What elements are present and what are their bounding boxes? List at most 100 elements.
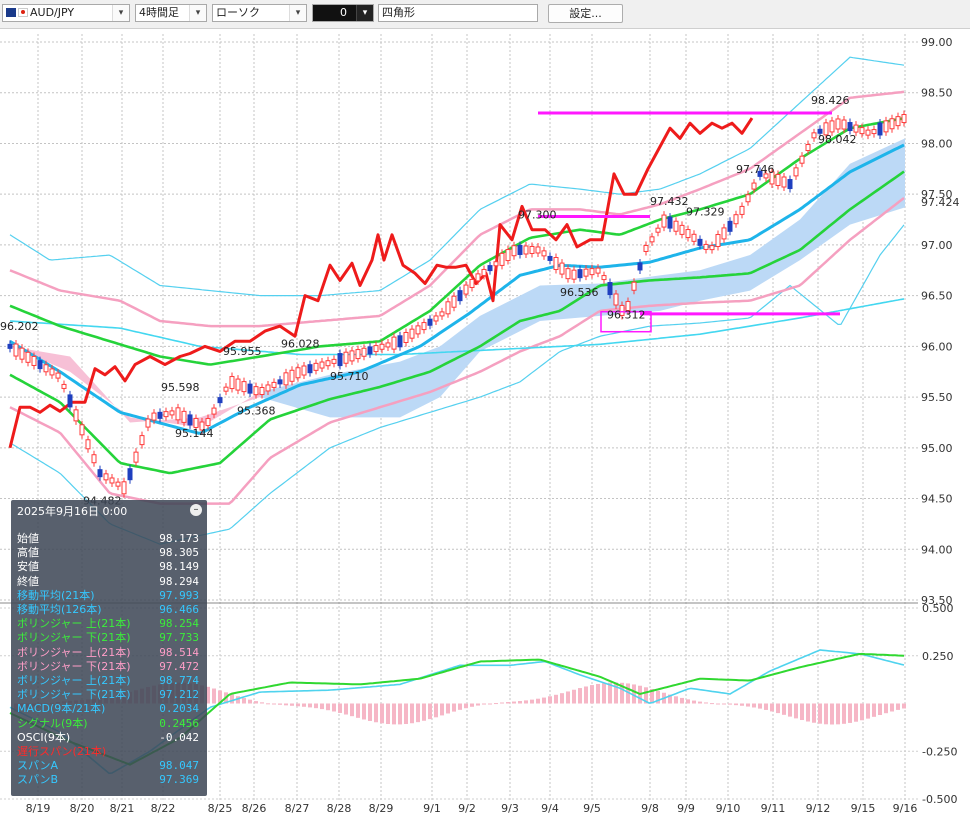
osci-bar	[338, 703, 342, 713]
candle-body	[667, 216, 673, 229]
candle-body	[577, 269, 583, 279]
y-tick-label: 98.50	[921, 87, 953, 100]
osci-bar	[896, 703, 900, 710]
osci-bar	[242, 698, 246, 704]
price-annotation: 96.028	[281, 338, 320, 351]
osci-bar	[836, 703, 840, 725]
info-row: 遅行スパン(21本)	[17, 745, 201, 759]
osci-bar	[308, 703, 312, 708]
price-annotation: 97.746	[736, 163, 775, 176]
info-row: 始値 98.173	[17, 532, 201, 546]
price-annotation: 95.598	[161, 381, 200, 394]
osci-bar	[248, 699, 252, 704]
price-annotation: 96.312	[607, 309, 646, 322]
candle-body	[559, 262, 565, 275]
osci-bar	[518, 701, 522, 704]
osci-bar	[890, 703, 894, 712]
candle-body	[241, 381, 247, 393]
osci-bar	[374, 703, 378, 723]
candle-body	[601, 275, 607, 281]
osci-bar	[260, 702, 264, 704]
candle-body	[343, 351, 349, 364]
osci-bar	[488, 703, 492, 705]
info-row: ボリンジャー 下(21本) 97.733	[17, 631, 201, 645]
osci-bar	[494, 703, 498, 705]
osci-bar	[272, 703, 276, 705]
chart-style-select[interactable]: ローソク ▾	[212, 4, 307, 22]
info-row-label: ボリンジャー 下(21本)	[17, 688, 131, 702]
osci-bar	[452, 703, 456, 712]
candle-body	[73, 409, 79, 422]
candle-body	[607, 282, 613, 296]
price-annotation: 95.955	[223, 345, 262, 358]
osci-bar	[458, 703, 462, 710]
candle-body	[289, 369, 295, 382]
info-row-label: ボリンジャー 上(21本)	[17, 674, 131, 687]
minimize-icon[interactable]: –	[190, 504, 202, 516]
osci-bar	[566, 691, 570, 704]
candle-body	[247, 383, 253, 394]
current-price-label: 97.424	[921, 196, 960, 209]
x-tick-label: 8/28	[327, 802, 352, 815]
line-width-label: 0	[340, 6, 347, 19]
info-row: 移動平均(126本) 96.466	[17, 603, 201, 617]
info-row-value: 98.149	[159, 560, 199, 574]
line-width-select[interactable]: 0 ▾	[312, 4, 374, 22]
candle-body	[295, 367, 301, 379]
symbol-select[interactable]: AUD/JPY ▾	[2, 4, 130, 22]
candle-body	[799, 155, 805, 164]
osci-bar	[290, 703, 294, 706]
osci-bar	[302, 703, 306, 707]
x-tick-label: 9/12	[806, 802, 831, 815]
candle-body	[253, 386, 259, 396]
price-annotation: 96.202	[0, 320, 39, 333]
osci-bar	[740, 703, 744, 706]
osci-bar	[500, 702, 504, 704]
chart-style-label: ローソク	[216, 6, 260, 19]
candle-body	[649, 236, 655, 243]
candle-body	[637, 262, 643, 271]
candle-body	[211, 407, 217, 415]
x-tick-label: 9/16	[893, 802, 918, 815]
y-tick-label: 95.50	[921, 391, 953, 404]
osci-bar	[434, 703, 438, 718]
candle-body	[235, 378, 241, 391]
toolbar: AUD/JPY ▾ 4時間足 ▾ ローソク ▾ 0 ▾ 四角形 設定...	[0, 0, 970, 29]
osci-bar	[854, 703, 858, 722]
x-tick-label: 9/5	[583, 802, 601, 815]
osci-bar	[824, 703, 828, 725]
chevron-down-icon: ▾	[289, 5, 306, 21]
timeframe-select[interactable]: 4時間足 ▾	[135, 4, 207, 22]
candle-body	[583, 268, 589, 277]
settings-button[interactable]: 設定...	[548, 4, 623, 23]
candle-body	[361, 347, 367, 357]
candle-body	[367, 346, 373, 355]
candle-body	[187, 414, 193, 426]
osci-bar	[596, 683, 600, 704]
chevron-down-icon: ▾	[112, 5, 129, 21]
candle-body	[277, 379, 283, 385]
info-row: OSCI(9本) -0.042	[17, 731, 201, 745]
osci-bar	[818, 703, 822, 724]
candle-body	[805, 144, 811, 152]
osci-bar	[482, 703, 486, 705]
osci-bar	[440, 703, 444, 716]
osci-bar	[296, 703, 300, 707]
macd-y-tick-label: 0.250	[922, 650, 954, 663]
candle-body	[31, 355, 37, 366]
symbol-label: AUD/JPY	[30, 6, 75, 19]
info-row-label: 移動平均(126本)	[17, 603, 102, 616]
candle-body	[727, 220, 733, 232]
candle-body	[91, 454, 97, 464]
x-tick-label: 8/19	[26, 802, 51, 815]
osci-bar	[392, 703, 396, 725]
candle-body	[205, 418, 211, 427]
candle-body	[43, 364, 49, 373]
osci-bar	[476, 703, 480, 706]
drawing-tool-select[interactable]: 四角形	[378, 4, 538, 22]
osci-bar	[752, 703, 756, 708]
info-row-label: スパンA	[17, 759, 59, 773]
candle-body	[127, 468, 133, 481]
candle-body	[811, 132, 817, 139]
candle-body	[67, 394, 73, 408]
